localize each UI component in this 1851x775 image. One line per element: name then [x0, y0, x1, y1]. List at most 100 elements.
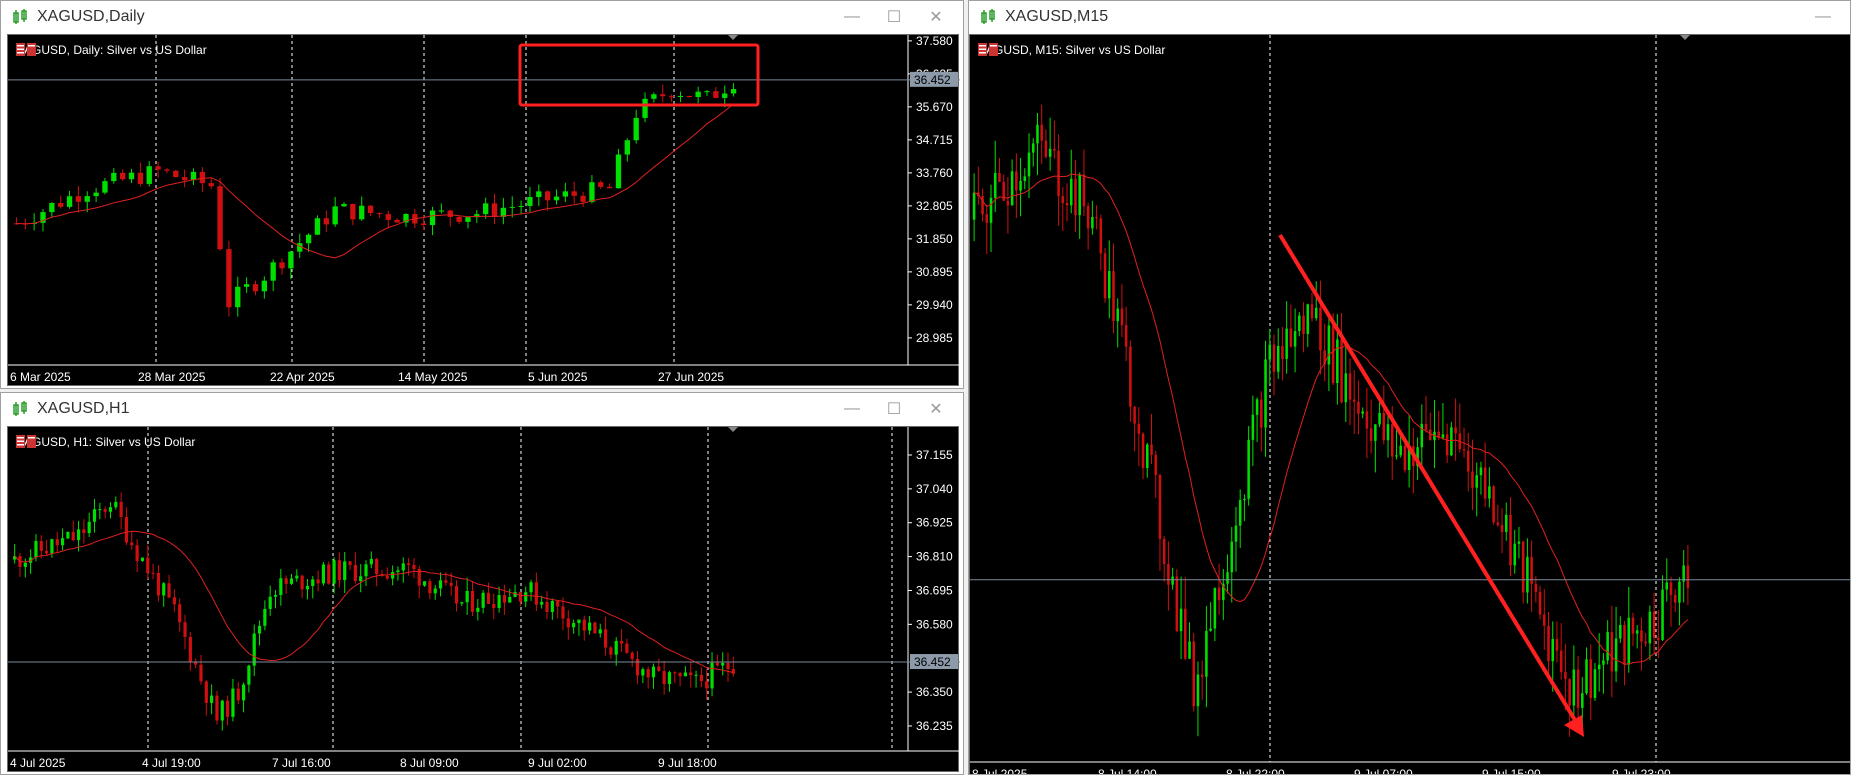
- candle-body: [235, 286, 241, 308]
- candle-body: [1462, 449, 1466, 451]
- candle-body: [1369, 428, 1373, 441]
- time-axis-label: 4 Jul 19:00: [142, 756, 201, 770]
- h1-candlestick-chart[interactable]: 37.155 37.040 36.925 36.810 36.695 36.580 36.3…: [8, 427, 960, 773]
- h1-chart-area[interactable]: 37.155 37.040 36.925 36.810 36.695 36.580 36.3…: [7, 426, 960, 773]
- candle-body: [1302, 315, 1305, 335]
- candle-body: [1082, 174, 1086, 207]
- candle-body: [449, 582, 453, 586]
- candle-body: [181, 177, 188, 181]
- price-tick-label: 34.715: [916, 133, 953, 147]
- candle-body: [1374, 424, 1377, 441]
- maximize-button[interactable]: ☐: [873, 5, 915, 29]
- candle-body: [146, 166, 152, 184]
- candle-body: [135, 545, 139, 561]
- daily-candlestick-chart[interactable]: 37.58036.62535.67034.71533.76032.80531.8…: [8, 35, 960, 387]
- time-axis-label: 27 Jun 2025: [658, 370, 724, 384]
- candle-body: [1500, 525, 1504, 532]
- candlestick-chart-icon: [13, 9, 27, 24]
- chart-symbol-label: XAGUSD, Daily: Silver vs US Dollar: [16, 43, 207, 57]
- daily-chart-window[interactable]: XAGUSD,Daily — ☐ ✕ 37.58036.62535.67034.…: [0, 0, 964, 389]
- candle-body: [82, 529, 86, 534]
- candle-body: [465, 217, 471, 222]
- m15-window-titlebar[interactable]: XAGUSD,M15 —: [969, 1, 1850, 33]
- window-title: XAGUSD,M15: [1005, 8, 1109, 25]
- candle-body: [1602, 660, 1605, 665]
- minimize-button[interactable]: —: [831, 5, 873, 29]
- close-button[interactable]: ✕: [915, 397, 957, 421]
- candle-body: [103, 509, 107, 512]
- candle-body: [348, 561, 352, 565]
- candle-body: [619, 640, 624, 644]
- candle-body: [208, 183, 214, 187]
- candle-body: [633, 117, 639, 141]
- candle-body: [722, 93, 728, 98]
- candle-body: [1382, 412, 1386, 441]
- candle-body: [1589, 659, 1593, 698]
- price-tick-label: 37.155: [916, 448, 953, 462]
- candle-body: [1268, 344, 1272, 360]
- candle-body: [1281, 345, 1284, 359]
- candle-body: [625, 643, 629, 653]
- m15-chart-window[interactable]: XAGUSD,M15 — 8 Jul 2025 8 Jul 14:00 8 Jul …: [968, 0, 1851, 775]
- candle-body: [1175, 576, 1179, 632]
- candle-body: [646, 669, 650, 678]
- candle-body: [102, 181, 108, 193]
- candle-body: [657, 666, 661, 672]
- candle-body: [1483, 467, 1487, 499]
- minimize-button[interactable]: —: [831, 397, 873, 421]
- candle-body: [1116, 308, 1119, 322]
- candle-body: [241, 684, 246, 701]
- daily-chart-area[interactable]: 37.58036.62535.67034.71533.76032.80531.8…: [7, 34, 960, 387]
- minimize-button[interactable]: —: [1802, 5, 1844, 29]
- candle-body: [1517, 541, 1521, 544]
- candle-body: [1065, 203, 1069, 206]
- chart-symbol-text: XAGUSD, Daily: Silver vs US Dollar: [16, 43, 207, 57]
- candle-body: [518, 205, 524, 207]
- candle-body: [726, 662, 730, 670]
- candle-body: [1200, 674, 1204, 677]
- time-axis-label: 9 Jul 23:00: [1612, 767, 1671, 775]
- candle-body: [713, 91, 719, 98]
- candle-body: [598, 629, 602, 634]
- candle-body: [323, 218, 329, 225]
- candle-body: [651, 666, 656, 678]
- candle-body: [518, 592, 522, 602]
- candle-body: [1023, 176, 1027, 181]
- chart-symbol-label: XAGUSD, M15: Silver vs US Dollar: [978, 43, 1165, 57]
- candle-body: [536, 191, 542, 198]
- candle-body: [1048, 148, 1052, 157]
- candle-body: [662, 671, 666, 685]
- price-tick-label: 33.760: [916, 166, 953, 180]
- h1-window-titlebar[interactable]: XAGUSD,H1 — ☐ ✕: [1, 393, 963, 425]
- candle-body: [1597, 664, 1601, 670]
- m15-candlestick-chart[interactable]: 8 Jul 2025 8 Jul 14:00 8 Jul 22:00 9 Jul 07…: [970, 35, 1851, 775]
- time-axis-label: 8 Jul 14:00: [1098, 767, 1157, 775]
- candle-body: [438, 210, 445, 212]
- candle-body: [598, 182, 604, 187]
- candle-body: [1420, 423, 1424, 448]
- candle-body: [502, 595, 507, 603]
- candle-body: [108, 507, 113, 512]
- candle-body: [1424, 423, 1428, 430]
- maximize-button[interactable]: ☐: [873, 397, 915, 421]
- daily-window-titlebar[interactable]: XAGUSD,Daily — ☐ ✕: [1, 1, 963, 33]
- candle-body: [300, 575, 304, 590]
- candle-body: [465, 590, 469, 603]
- close-button[interactable]: ✕: [915, 5, 957, 29]
- h1-chart-window[interactable]: XAGUSD,H1 — ☐ ✕ 37.155 37.040 36.925 36.810…: [0, 392, 964, 775]
- candle-body: [603, 629, 608, 648]
- m15-chart-area[interactable]: 8 Jul 2025 8 Jul 14:00 8 Jul 22:00 9 Jul 07…: [969, 34, 1851, 775]
- candle-body: [421, 223, 427, 226]
- candle-body: [367, 205, 374, 214]
- candle-body: [678, 672, 682, 677]
- candle-body: [1276, 345, 1280, 372]
- moving-average-line: [973, 173, 1689, 665]
- candle-body: [1074, 178, 1077, 216]
- candle-body: [289, 578, 294, 584]
- candle-body: [1386, 424, 1390, 441]
- candle-body: [993, 172, 997, 198]
- candle-body: [1471, 471, 1474, 488]
- candle-body: [1019, 180, 1022, 191]
- candle-body: [642, 98, 648, 118]
- candle-body: [1441, 434, 1445, 438]
